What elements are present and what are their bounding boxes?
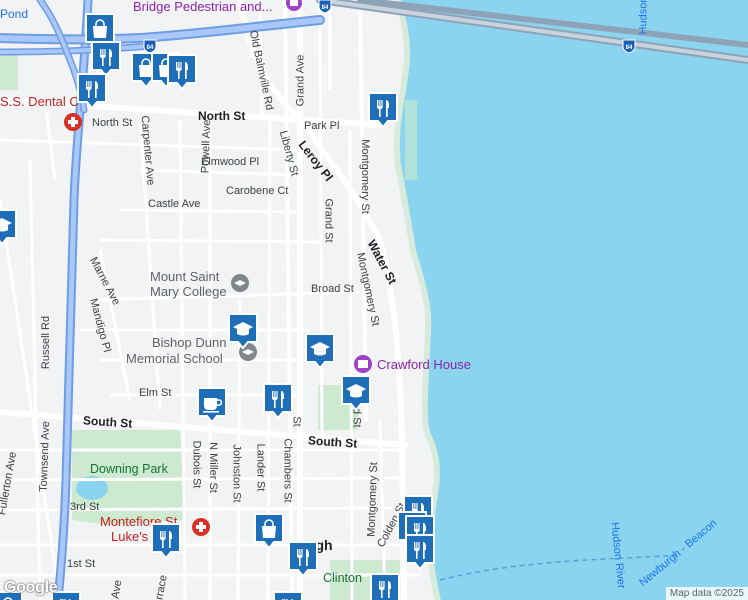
hudson-river-water	[398, 0, 748, 600]
restaurant-icon	[263, 383, 293, 420]
i84-shield-icon: 84	[318, 0, 332, 14]
poi-label-clinton[interactable]: Clinton	[323, 572, 362, 585]
map-attribution[interactable]: Map data ©2025	[665, 587, 748, 600]
street-label-park-pl: Park Pl	[304, 120, 340, 132]
school-icon	[228, 313, 258, 350]
map-marker-restaurant[interactable]	[287, 540, 319, 578]
map-marker-restaurant[interactable]	[262, 382, 294, 420]
poi-label-dental[interactable]: S.S. Dental C	[0, 95, 79, 108]
map-marker-shopping-bag[interactable]	[253, 512, 285, 550]
poi-label-mount-saint-mary-2[interactable]: Mary College	[150, 285, 227, 298]
street-label-dubois-st: Dubois St	[190, 440, 203, 489]
shopping-bag-icon	[254, 513, 284, 550]
i84-shield-icon: 84	[622, 39, 636, 54]
street-label-3rd-st: 3rd St	[70, 501, 100, 513]
street-label-grand-st: Grand St	[322, 198, 335, 243]
street-label-johnston-st: Johnston St	[230, 444, 243, 503]
water-label-hudson-top: Hudson	[637, 0, 650, 35]
street-label-n-miller-st: N Miller St	[206, 442, 219, 493]
poi-label-bishop-dunn-2[interactable]: Memorial School	[126, 352, 223, 365]
restaurant-icon	[368, 92, 398, 129]
restaurant-icon	[77, 73, 107, 110]
restaurant-icon	[288, 541, 318, 578]
school-icon	[341, 375, 371, 412]
street-label-north-st-west: North St	[92, 117, 133, 129]
map-marker-restaurant[interactable]	[166, 53, 198, 91]
map-marker-restaurant[interactable]	[369, 572, 401, 600]
cafe-icon	[197, 387, 227, 424]
poi-label-bishop-dunn-1[interactable]: Bishop Dunn	[152, 336, 226, 349]
street-label-elm-st: Elm St	[139, 387, 172, 399]
street-label-castle-ave: Castle Ave	[148, 198, 201, 210]
street-label-south-st-west: South St	[82, 413, 133, 431]
street-label-powell-ave: Powell Ave	[199, 119, 214, 174]
google-logo[interactable]: Google	[4, 579, 58, 597]
map-marker-restaurant[interactable]	[150, 522, 182, 560]
street-label-chambers-st: Chambers St	[281, 438, 294, 503]
poi-label-crawford-house[interactable]: Crawford House	[377, 358, 471, 371]
restaurant-icon	[151, 523, 181, 560]
museum-icon	[354, 355, 372, 373]
poi-label-downing-park[interactable]: Downing Park	[90, 463, 168, 476]
street-label-grand-ave: Grand Ave	[294, 54, 307, 107]
hospital-icon	[192, 518, 210, 536]
school-icon	[305, 333, 335, 370]
university-icon	[231, 274, 249, 292]
map-marker-restaurant[interactable]	[76, 72, 108, 110]
restaurant-icon	[370, 573, 400, 600]
restaurant-icon	[273, 591, 303, 600]
street-label-lander-st: Lander St	[254, 443, 267, 492]
street-label-russell-rd: Russell Rd	[40, 315, 53, 370]
map-marker-school[interactable]	[340, 374, 372, 412]
poi-label-mount-saint-mary-1[interactable]: Mount Saint	[150, 270, 219, 283]
restaurant-icon	[167, 54, 197, 91]
map-marker-restaurant[interactable]	[272, 590, 304, 600]
street-label-south-st: South St	[307, 433, 358, 451]
map-canvas[interactable]: 84 84 84 North St North St South St Sout…	[0, 0, 748, 600]
street-label-montgomery-st: Montgomery St	[358, 139, 371, 214]
map-marker-restaurant[interactable]	[404, 533, 436, 571]
map-marker-school[interactable]	[304, 332, 336, 370]
street-label-1st-st: 1st St	[67, 558, 96, 570]
svg-text:84: 84	[626, 45, 633, 51]
map-marker-school[interactable]	[227, 312, 259, 350]
map-marker-cafe[interactable]	[196, 386, 228, 424]
svg-text:84: 84	[322, 5, 329, 11]
school-icon	[0, 209, 17, 246]
water-label-pond: Pond	[0, 7, 29, 21]
poi-label-bridge-pedestrian[interactable]: Bridge Pedestrian and...	[133, 0, 272, 13]
restaurant-icon	[405, 534, 435, 571]
map-marker-school[interactable]	[0, 208, 18, 246]
map-marker-restaurant[interactable]	[367, 91, 399, 129]
street-label-carobene-ct: Carobene Ct	[226, 185, 289, 197]
hospital-icon	[64, 113, 82, 131]
street-label-broad-st: Broad St	[311, 283, 354, 295]
